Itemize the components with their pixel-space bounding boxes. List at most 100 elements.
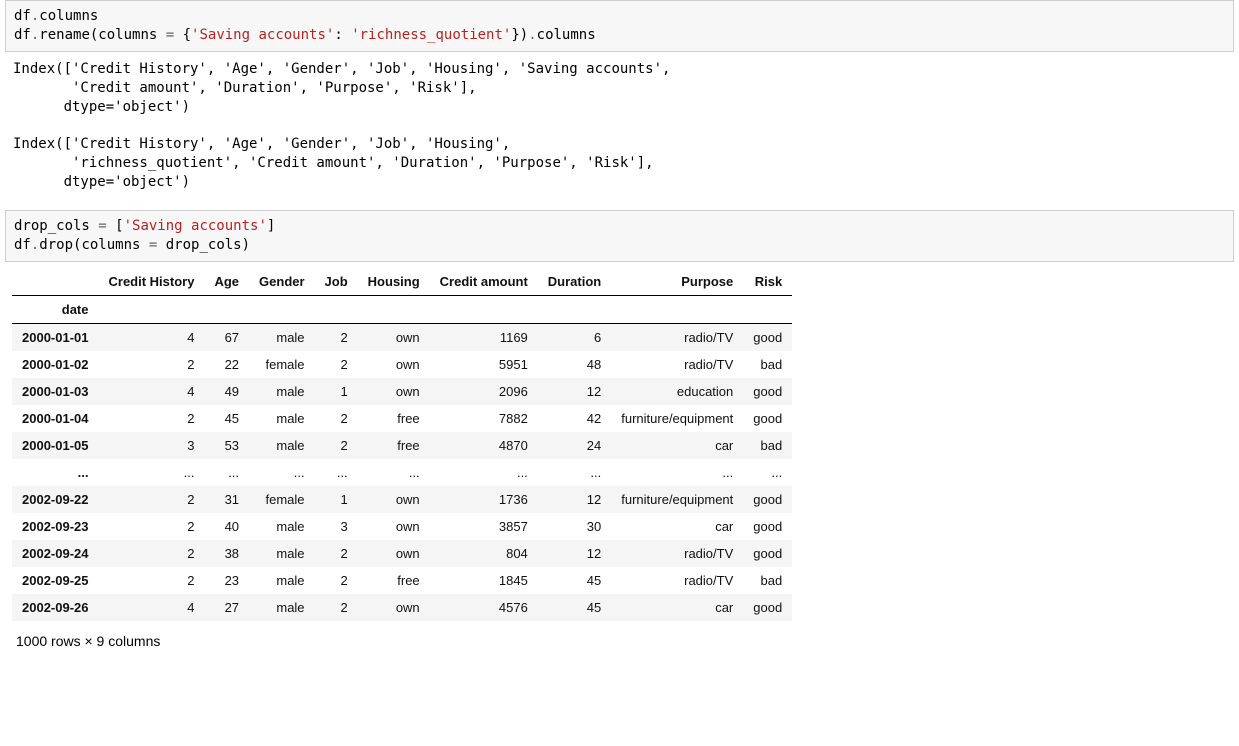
dataframe-cell: 31	[204, 486, 249, 513]
dataframe-cell: 2	[99, 567, 205, 594]
dataframe-cell: ...	[611, 459, 743, 486]
dataframe-column-header: Age	[204, 268, 249, 296]
dataframe-header-row: Credit HistoryAgeGenderJobHousingCredit …	[12, 268, 792, 296]
dataframe-cell: good	[743, 540, 792, 567]
dataframe-cell: male	[249, 594, 315, 621]
dataframe-row-index: 2002-09-24	[12, 540, 99, 567]
table-row: ..............................	[12, 459, 792, 486]
dataframe-cell: male	[249, 567, 315, 594]
dataframe-cell: radio/TV	[611, 351, 743, 378]
dataframe-cell: 2096	[430, 378, 538, 405]
dataframe-index-name: date	[12, 295, 99, 323]
dataframe-cell: 4870	[430, 432, 538, 459]
dataframe-cell: good	[743, 405, 792, 432]
dataframe-row-index: 2000-01-03	[12, 378, 99, 405]
dataframe-cell: free	[358, 567, 430, 594]
dataframe-column-header: Purpose	[611, 268, 743, 296]
dataframe-cell: male	[249, 432, 315, 459]
dataframe-cell: 2	[99, 513, 205, 540]
dataframe-cell: own	[358, 351, 430, 378]
dataframe-cell: 3	[99, 432, 205, 459]
dataframe-cell: car	[611, 513, 743, 540]
dataframe-cell: 1845	[430, 567, 538, 594]
dataframe-row-index: ...	[12, 459, 99, 486]
dataframe-column-header: Risk	[743, 268, 792, 296]
dataframe-cell: good	[743, 323, 792, 351]
dataframe-index-header-blank	[12, 268, 99, 296]
dataframe-cell: 1	[315, 486, 358, 513]
dataframe-cell: 4	[99, 323, 205, 351]
dataframe-column-header: Housing	[358, 268, 430, 296]
dataframe-cell: 38	[204, 540, 249, 567]
dataframe-cell: 1736	[430, 486, 538, 513]
dataframe-cell: 2	[315, 405, 358, 432]
dataframe-cell: 40	[204, 513, 249, 540]
dataframe-cell: furniture/equipment	[611, 405, 743, 432]
dataframe-cell: own	[358, 513, 430, 540]
table-row: 2000-01-04245male2free788242furniture/eq…	[12, 405, 792, 432]
dataframe-index-name-row: date	[12, 295, 792, 323]
dataframe-row-index: 2000-01-02	[12, 351, 99, 378]
output-cell-1: Index(['Credit History', 'Age', 'Gender'…	[5, 54, 1234, 202]
dataframe-cell: car	[611, 432, 743, 459]
table-row: 2002-09-24238male2own80412radio/TVgood	[12, 540, 792, 567]
dataframe-column-header: Credit amount	[430, 268, 538, 296]
dataframe-cell: 67	[204, 323, 249, 351]
dataframe-cell: 4	[99, 378, 205, 405]
dataframe-cell: 49	[204, 378, 249, 405]
dataframe-column-header: Job	[315, 268, 358, 296]
dataframe-cell: 2	[99, 405, 205, 432]
dataframe-row-index: 2000-01-05	[12, 432, 99, 459]
dataframe-cell: good	[743, 594, 792, 621]
dataframe-cell: ...	[204, 459, 249, 486]
code-cell-2[interactable]: drop_cols = ['Saving accounts'] df.drop(…	[5, 210, 1234, 262]
dataframe-cell: ...	[249, 459, 315, 486]
dataframe-cell: 3857	[430, 513, 538, 540]
dataframe-cell: 12	[538, 540, 611, 567]
dataframe-cell: 3	[315, 513, 358, 540]
dataframe-cell: 6	[538, 323, 611, 351]
dataframe-cell: own	[358, 486, 430, 513]
dataframe-cell: 1	[315, 378, 358, 405]
dataframe-table: Credit HistoryAgeGenderJobHousingCredit …	[12, 268, 792, 621]
table-row: 2002-09-22231female1own173612furniture/e…	[12, 486, 792, 513]
dataframe-cell: 24	[538, 432, 611, 459]
dataframe-cell: 48	[538, 351, 611, 378]
dataframe-column-header: Credit History	[99, 268, 205, 296]
dataframe-cell: own	[358, 540, 430, 567]
dataframe-cell: good	[743, 513, 792, 540]
dataframe-cell: furniture/equipment	[611, 486, 743, 513]
dataframe-cell: male	[249, 323, 315, 351]
table-row: 2002-09-25223male2free184545radio/TVbad	[12, 567, 792, 594]
dataframe-cell: 4	[99, 594, 205, 621]
table-row: 2002-09-26427male2own457645cargood	[12, 594, 792, 621]
dataframe-cell: 12	[538, 486, 611, 513]
dataframe-cell: 2	[315, 351, 358, 378]
dataframe-cell: bad	[743, 351, 792, 378]
dataframe-cell: male	[249, 378, 315, 405]
dataframe-cell: 45	[538, 567, 611, 594]
dataframe-cell: 804	[430, 540, 538, 567]
dataframe-cell: 2	[315, 594, 358, 621]
table-row: 2000-01-03449male1own209612educationgood	[12, 378, 792, 405]
code-cell-1[interactable]: df.columns df.rename(columns = {'Saving …	[5, 0, 1234, 52]
dataframe-cell: 7882	[430, 405, 538, 432]
dataframe-cell: radio/TV	[611, 540, 743, 567]
dataframe-cell: ...	[430, 459, 538, 486]
table-row: 2002-09-23240male3own385730cargood	[12, 513, 792, 540]
dataframe-row-index: 2000-01-01	[12, 323, 99, 351]
dataframe-cell: 2	[315, 323, 358, 351]
dataframe-cell: 2	[99, 486, 205, 513]
dataframe-cell: 30	[538, 513, 611, 540]
dataframe-cell: 27	[204, 594, 249, 621]
dataframe-cell: 2	[99, 351, 205, 378]
dataframe-cell: ...	[743, 459, 792, 486]
table-row: 2000-01-05353male2free487024carbad	[12, 432, 792, 459]
dataframe-row-index: 2002-09-23	[12, 513, 99, 540]
dataframe-cell: own	[358, 323, 430, 351]
dataframe-cell: ...	[538, 459, 611, 486]
dataframe-cell: male	[249, 405, 315, 432]
dataframe-cell: 53	[204, 432, 249, 459]
dataframe-row-index: 2002-09-22	[12, 486, 99, 513]
dataframe-cell: 2	[315, 432, 358, 459]
